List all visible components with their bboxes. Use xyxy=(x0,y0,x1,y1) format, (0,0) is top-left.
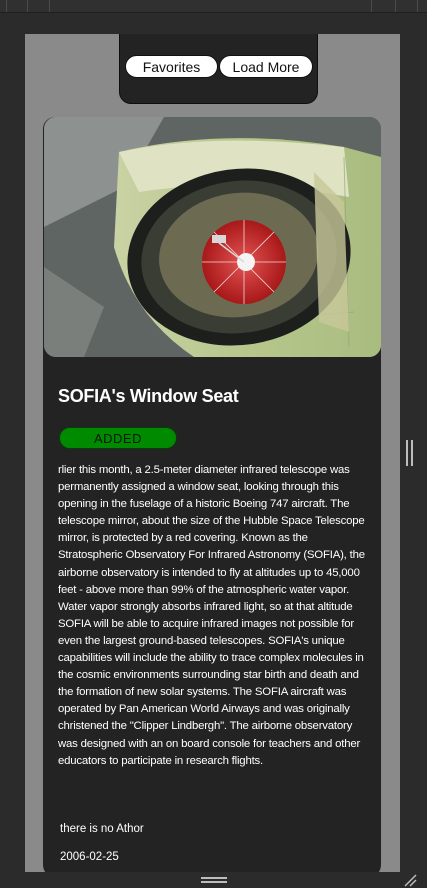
vertical-resize-handle[interactable] xyxy=(406,440,414,466)
nav-panel: Favorites Load More xyxy=(119,34,318,104)
telescope-photo xyxy=(44,117,381,357)
card-description: rlier this month, a 2.5-meter diameter i… xyxy=(58,464,365,767)
card-title: SOFIA's Window Seat xyxy=(58,386,239,406)
horizontal-resize-handle[interactable] xyxy=(201,877,227,883)
load-more-button[interactable]: Load More xyxy=(219,55,313,78)
card-date: 2006-02-25 xyxy=(60,851,119,863)
favorites-button[interactable]: Favorites xyxy=(125,55,218,78)
telescope-illustration xyxy=(44,117,381,357)
devtools-top-strip xyxy=(0,0,427,13)
apod-card: SOFIA's Window Seat ADDED rlier this mon… xyxy=(43,117,381,872)
card-author: there is no Athor xyxy=(60,823,144,835)
app-viewport: Favorites Load More SOFIA's Window Seat … xyxy=(25,34,400,872)
added-status-badge[interactable]: ADDED xyxy=(59,427,177,449)
resize-corner-icon[interactable] xyxy=(403,873,417,887)
